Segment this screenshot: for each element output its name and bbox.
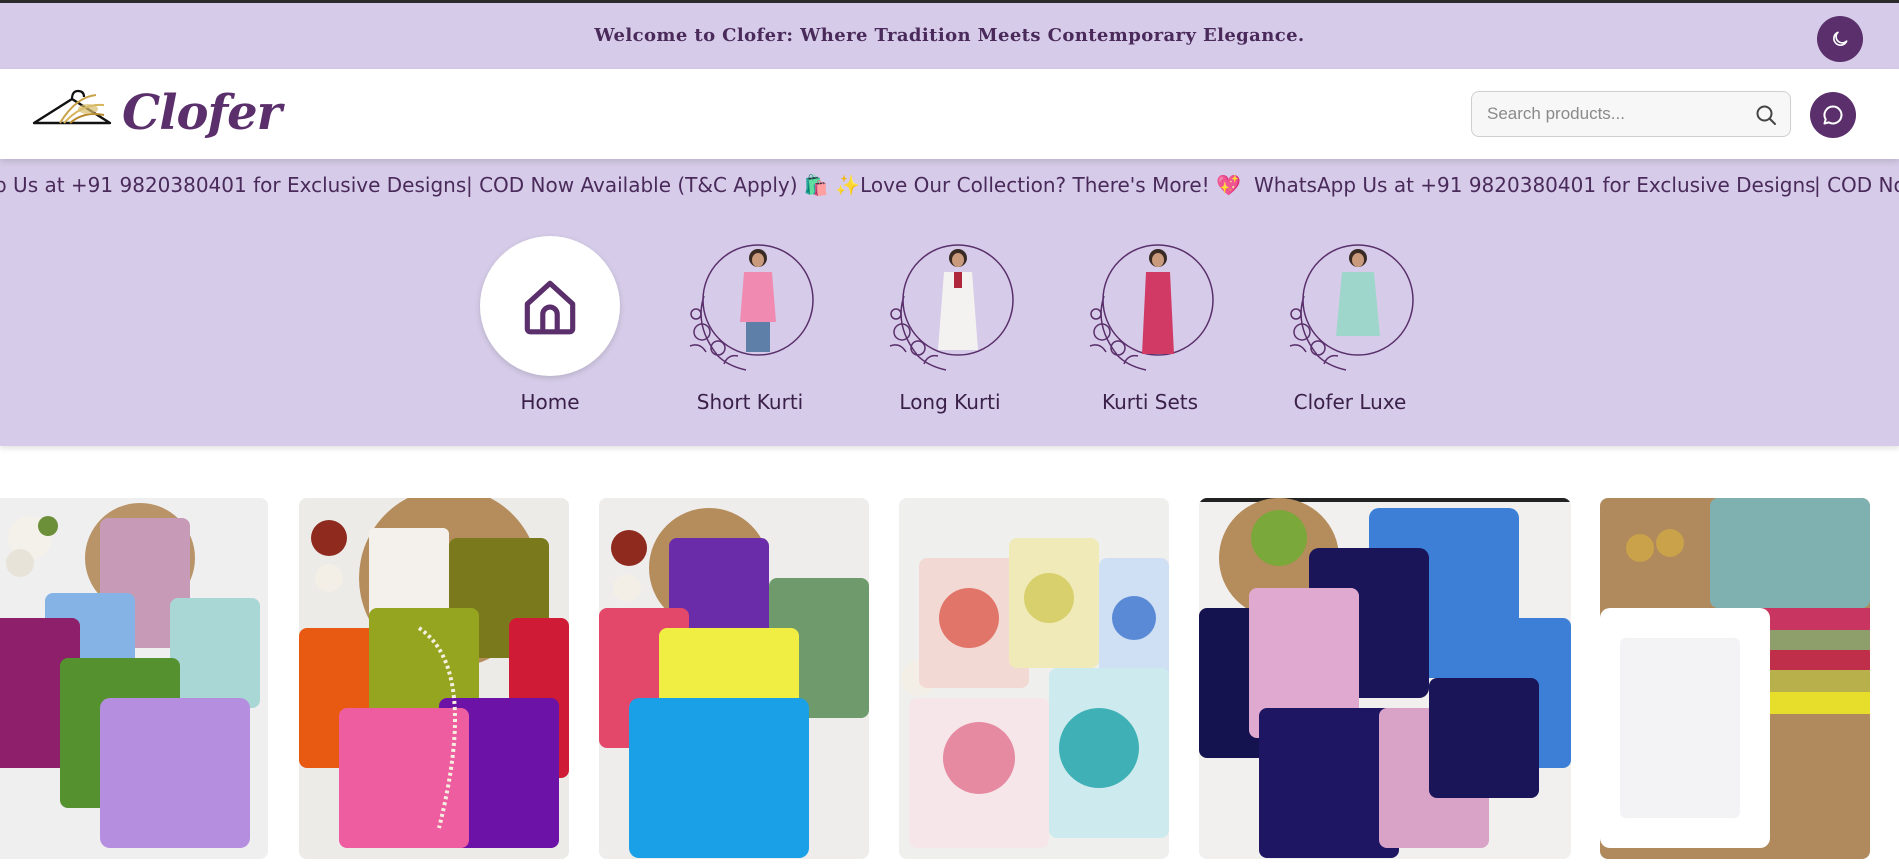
category-home[interactable]: Home <box>470 236 630 414</box>
product-image-2 <box>299 498 569 859</box>
search-icon[interactable] <box>1754 103 1778 127</box>
category-band: p Us at +91 9820380401 for Exclusive Des… <box>0 159 1899 446</box>
search-input[interactable] <box>1472 92 1742 136</box>
category-short-kurti[interactable]: Short Kurti <box>670 236 830 414</box>
home-icon <box>524 280 576 335</box>
site-header: Clofer <box>0 69 1899 159</box>
product-card[interactable] <box>599 498 869 859</box>
model-photo <box>1080 236 1220 376</box>
model-photo <box>880 236 1020 376</box>
category-label: Kurti Sets <box>1101 390 1199 414</box>
category-label: Short Kurti <box>696 390 804 414</box>
category-long-kurti[interactable]: Long Kurti <box>870 236 1030 414</box>
theme-toggle-button[interactable] <box>1817 16 1863 62</box>
brand-name: Clofer <box>122 85 282 141</box>
category-nav: Home Short Kurti Long Kurti Kurti Sets C… <box>0 159 1899 446</box>
product-card[interactable] <box>1199 498 1571 859</box>
product-image-4 <box>899 498 1169 859</box>
category-label: Long Kurti <box>899 390 1001 414</box>
chat-bubble-icon <box>1823 105 1843 125</box>
search-box <box>1471 91 1791 137</box>
product-image-6 <box>1600 498 1870 859</box>
product-grid <box>0 498 1899 867</box>
category-kurti-sets[interactable]: Kurti Sets <box>1070 236 1230 414</box>
product-image-3 <box>599 498 869 859</box>
product-card[interactable] <box>0 498 268 859</box>
announcement-bar: Welcome to Clofer: Where Tradition Meets… <box>0 0 1899 69</box>
welcome-message: Welcome to Clofer: Where Tradition Meets… <box>594 25 1305 46</box>
category-label: Clofer Luxe <box>1293 390 1407 414</box>
model-photo <box>680 236 820 376</box>
product-image-1 <box>0 498 268 859</box>
moon-icon <box>1833 31 1848 46</box>
product-card[interactable] <box>1600 498 1870 859</box>
chat-button[interactable] <box>1810 92 1856 138</box>
model-photo <box>1280 236 1420 376</box>
page: Welcome to Clofer: Where Tradition Meets… <box>0 0 1899 867</box>
category-label: Home <box>520 390 580 414</box>
product-card[interactable] <box>899 498 1169 859</box>
home-circle <box>480 236 620 376</box>
category-clofer-luxe[interactable]: Clofer Luxe <box>1270 236 1430 414</box>
product-card[interactable] <box>299 498 569 859</box>
brand-logo[interactable]: Clofer <box>30 85 282 141</box>
product-image-5 <box>1199 498 1571 859</box>
hanger-icon <box>32 89 112 125</box>
